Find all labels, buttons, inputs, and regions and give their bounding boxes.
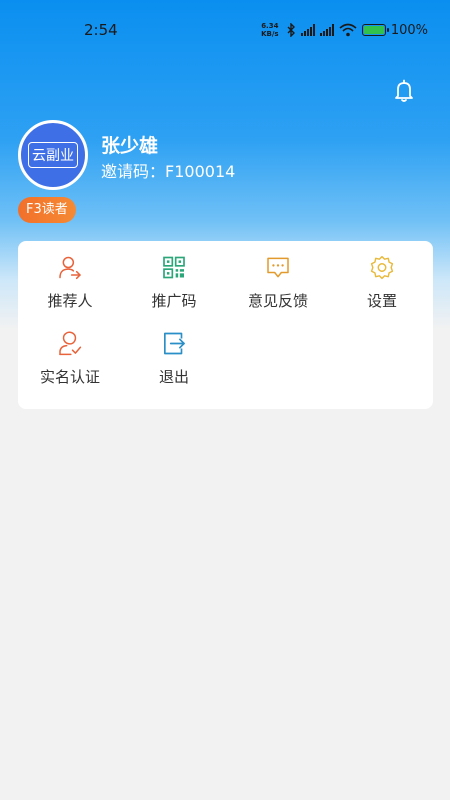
menu-label-settings: 设置 bbox=[366, 292, 397, 310]
invite-code-value: F100014 bbox=[165, 162, 236, 181]
user-name: 张少雄 bbox=[101, 135, 159, 157]
menu-item-promo-code[interactable]: 推广码 bbox=[122, 241, 226, 311]
status-bar: 2:54 6.34 KB/s 100% bbox=[0, 0, 450, 60]
wifi-icon bbox=[339, 23, 357, 37]
invite-code-row: 邀请码：F100014 bbox=[101, 158, 235, 182]
battery-icon bbox=[361, 24, 389, 36]
bell-icon[interactable] bbox=[392, 78, 416, 104]
battery-percent: 100% bbox=[390, 22, 428, 38]
net-speed: 6.34 KB/s bbox=[261, 22, 279, 38]
status-icons: 6.34 KB/s 100% bbox=[259, 20, 428, 40]
menu-item-settings[interactable]: 设置 bbox=[330, 241, 434, 311]
menu-item-referrer[interactable]: 推荐人 bbox=[18, 241, 122, 311]
user-check-icon bbox=[59, 331, 82, 356]
menu-item-logout[interactable]: 退出 bbox=[122, 317, 226, 387]
gear-icon bbox=[370, 255, 394, 280]
status-time: 2:54 bbox=[84, 21, 118, 39]
menu-label-verification: 实名认证 bbox=[39, 368, 100, 386]
bluetooth-icon bbox=[287, 23, 295, 37]
invite-code-label: 邀请码： bbox=[101, 162, 166, 181]
menu-label-referrer: 推荐人 bbox=[47, 292, 93, 310]
avatar[interactable]: 云副业 bbox=[18, 120, 88, 190]
menu-item-verification[interactable]: 实名认证 bbox=[18, 317, 122, 387]
avatar-logo-text: 云副业 bbox=[28, 142, 78, 168]
user-arrow-icon bbox=[59, 256, 81, 280]
signal-icon-2 bbox=[319, 24, 334, 36]
chat-bubble-icon bbox=[267, 257, 289, 278]
qr-code-icon bbox=[163, 256, 185, 279]
menu-card: 推荐人 推广码 意见反馈 设置 实名认证 退出 bbox=[18, 241, 433, 409]
menu-label-feedback: 意见反馈 bbox=[247, 292, 308, 310]
level-badge: F3读者 bbox=[18, 197, 76, 223]
menu-label-promo-code: 推广码 bbox=[151, 292, 197, 310]
menu-label-logout: 退出 bbox=[158, 368, 189, 386]
menu-item-feedback[interactable]: 意见反馈 bbox=[226, 241, 330, 311]
logout-icon bbox=[164, 332, 185, 355]
signal-icon bbox=[300, 24, 315, 36]
